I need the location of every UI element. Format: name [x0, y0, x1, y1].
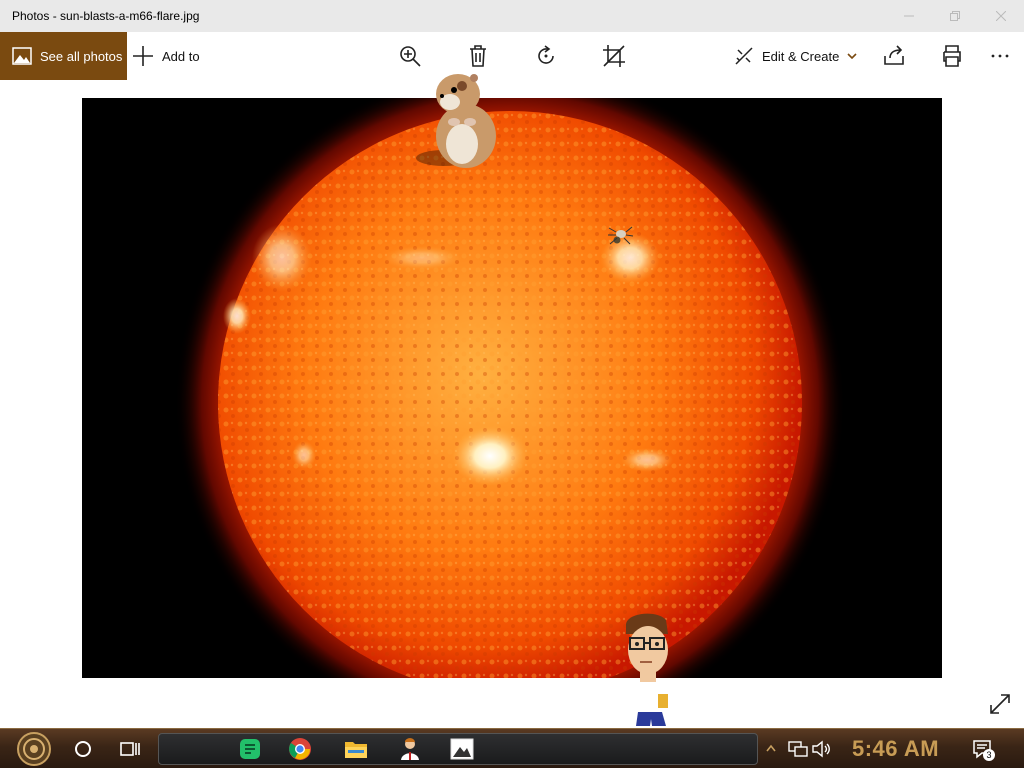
see-all-photos-button[interactable]: See all photos: [0, 32, 127, 80]
title-bar: Photos - sun-blasts-a-m66-flare.jpg: [0, 0, 1024, 32]
notification-count-badge: 3: [983, 749, 995, 761]
share-icon[interactable]: [882, 44, 906, 68]
full-screen-icon[interactable]: [988, 692, 1012, 716]
cortana-search-icon[interactable]: [74, 740, 92, 758]
close-icon: [996, 11, 1006, 21]
crop-icon[interactable]: [602, 44, 626, 68]
edit-create-button[interactable]: Edit & Create: [734, 32, 857, 80]
zoom-in-icon[interactable]: [398, 44, 422, 68]
chevron-down-icon: [847, 53, 857, 59]
photos-app-icon: [450, 738, 474, 760]
photos-app[interactable]: [448, 735, 476, 763]
add-to-label: Add to: [162, 48, 200, 64]
start-button[interactable]: [10, 731, 58, 767]
photo-gallery-icon: [12, 47, 32, 65]
plus-icon: [133, 46, 153, 66]
spotify-green-app[interactable]: [236, 735, 264, 763]
folder-icon: [345, 742, 367, 758]
restore-icon: [950, 11, 960, 21]
maximize-button[interactable]: [932, 0, 978, 32]
people-app[interactable]: [396, 735, 424, 763]
taskbar: 5:46 AM 3: [0, 728, 1024, 768]
edit-wand-icon: [735, 47, 753, 65]
window-title: Photos - sun-blasts-a-m66-flare.jpg: [12, 9, 200, 23]
hamster-sprite: [416, 74, 496, 168]
green-notes-app-icon: [240, 739, 260, 759]
rotate-icon[interactable]: [534, 44, 558, 68]
chrome-app[interactable]: [286, 735, 314, 763]
minimize-icon: [904, 15, 914, 17]
show-hidden-icons-icon[interactable]: [766, 742, 776, 754]
delete-icon[interactable]: [466, 44, 490, 68]
people-icon: [401, 738, 419, 760]
photo-view[interactable]: [82, 98, 942, 678]
chrome-icon: [289, 738, 311, 760]
print-icon[interactable]: [940, 44, 964, 68]
edit-create-label: Edit & Create: [762, 48, 840, 64]
network-icon[interactable]: [788, 740, 808, 758]
minimize-button[interactable]: [886, 0, 932, 32]
spider-sprite: [608, 226, 634, 245]
volume-icon[interactable]: [812, 740, 832, 758]
file-explorer-app[interactable]: [342, 735, 370, 763]
sun-image: [82, 98, 942, 678]
task-view-icon[interactable]: [120, 740, 140, 758]
more-icon[interactable]: [988, 44, 1012, 68]
taskbar-clock[interactable]: 5:46 AM: [852, 736, 939, 762]
add-to-button[interactable]: Add to: [132, 32, 200, 80]
photos-toolbar: See all photos Add to Edit & Create: [0, 32, 1024, 80]
cartoon-man-sprite: [626, 613, 668, 726]
see-all-photos-label: See all photos: [40, 48, 123, 64]
close-button[interactable]: [978, 0, 1024, 32]
